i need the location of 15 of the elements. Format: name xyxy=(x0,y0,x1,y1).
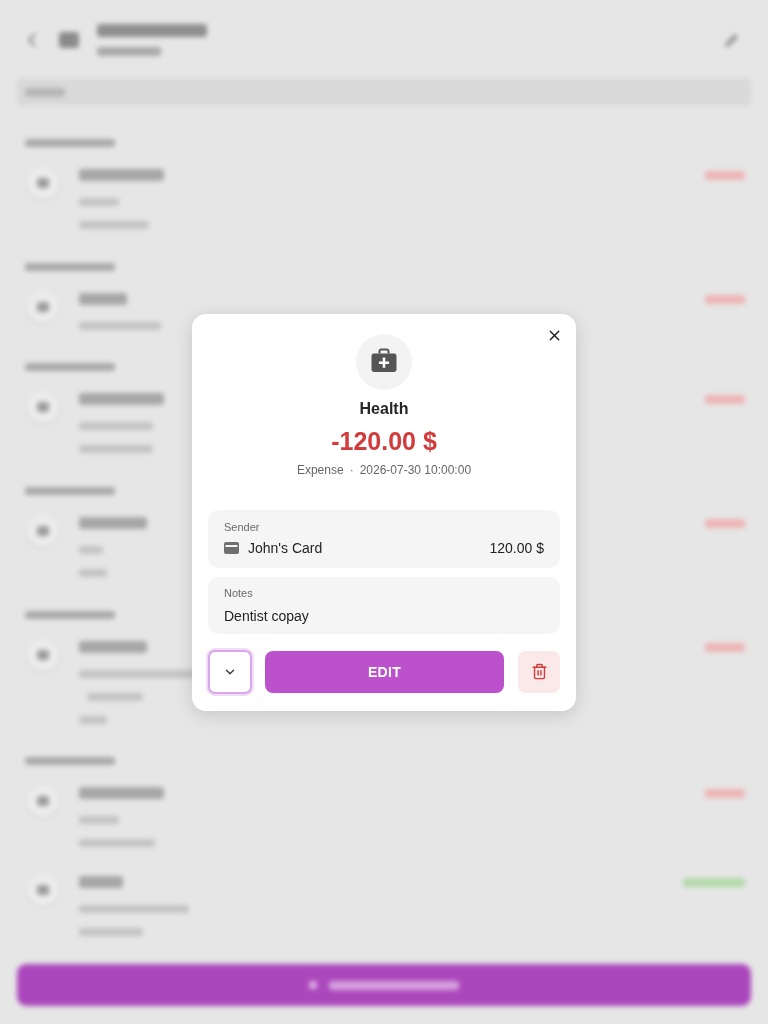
field-label: Notes xyxy=(224,585,254,600)
edit-button[interactable]: EDIT xyxy=(265,650,504,693)
field-label: Sender xyxy=(224,519,261,534)
transaction-type: Expense xyxy=(296,461,344,478)
category-name: Health xyxy=(359,398,409,419)
card-icon xyxy=(224,541,239,554)
account-amount: 120.00 $ xyxy=(489,538,544,558)
trash-icon xyxy=(530,663,548,680)
transaction-amount: -120.00 $ xyxy=(331,425,437,457)
meta-separator: · xyxy=(349,461,354,478)
medical-bag-icon xyxy=(356,333,412,390)
account-name: John's Card xyxy=(248,538,324,558)
notes-text: Dentist copay xyxy=(224,606,310,626)
transaction-datetime: 2026-07-30 10:00:00 xyxy=(359,461,472,478)
delete-button[interactable] xyxy=(518,650,560,693)
